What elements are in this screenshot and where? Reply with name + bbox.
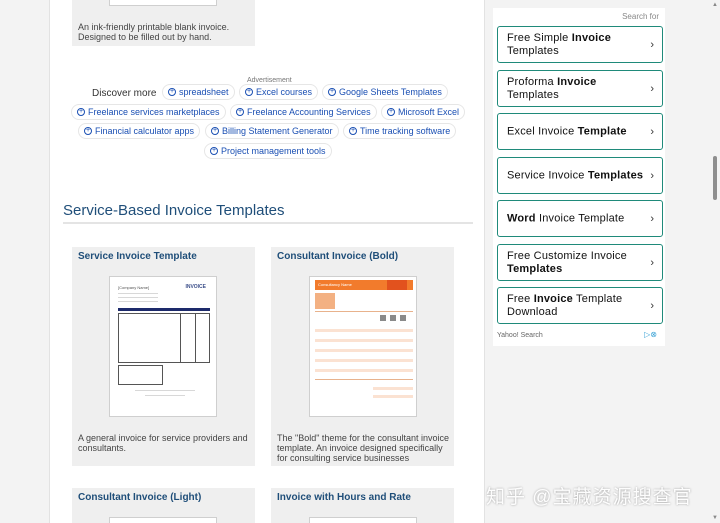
main-content: An ink-friendly printable blank invoice.… <box>49 0 485 523</box>
chip-project-management[interactable]: + Project management tools <box>204 143 332 159</box>
thumb-company: Consultancy Name <box>318 282 352 287</box>
chevron-right-icon: › <box>650 125 654 138</box>
card-title[interactable]: Consultant Invoice (Light) <box>78 492 201 503</box>
thumb-invoice-word: INVOICE <box>185 284 206 290</box>
template-card-consultant-light[interactable]: Consultant Invoice (Light) <box>72 488 255 523</box>
yahoo-search-label: Yahoo! Search <box>497 332 543 339</box>
ad-label: Advertisement <box>247 77 292 84</box>
discover-more-label: Discover more <box>92 88 157 99</box>
related-search-panel: Search for Free Simple Invoice Templates… <box>493 8 665 346</box>
plus-circle-icon: + <box>236 108 244 116</box>
card-description: A general invoice for service providers … <box>78 433 248 453</box>
card-description: An ink-friendly printable blank invoice.… <box>78 22 230 42</box>
section-title: Service-Based Invoice Templates <box>63 202 285 219</box>
ad-choices-icon[interactable]: ▷⊗ <box>644 330 657 339</box>
template-thumbnail[interactable]: [Company Name] INVOICE <box>109 276 217 417</box>
chevron-right-icon: › <box>650 169 654 182</box>
plus-circle-icon: + <box>349 127 357 135</box>
template-card-consultant-bold[interactable]: Consultant Invoice (Bold) Consultancy Na… <box>271 247 454 466</box>
template-card-blank[interactable]: An ink-friendly printable blank invoice.… <box>72 0 255 46</box>
template-thumbnail[interactable] <box>309 517 417 523</box>
chevron-right-icon: › <box>650 212 654 225</box>
search-suggestion-7[interactable]: Free Invoice Template Download › <box>497 287 663 324</box>
search-suggestion-2[interactable]: Proforma Invoice Templates › <box>497 70 663 107</box>
search-suggestion-5[interactable]: Word Invoice Template › <box>497 200 663 237</box>
search-suggestion-6[interactable]: Free Customize Invoice Templates › <box>497 244 663 281</box>
search-for-label: Search for <box>622 12 659 21</box>
chip-microsoft-excel[interactable]: + Microsoft Excel <box>381 104 466 120</box>
card-title[interactable]: Service Invoice Template <box>78 251 197 262</box>
chip-spreadsheet[interactable]: + spreadsheet <box>162 84 235 100</box>
template-thumbnail[interactable]: Consultancy Name <box>309 276 417 417</box>
search-suggestion-1[interactable]: Free Simple Invoice Templates › <box>497 26 663 63</box>
plus-circle-icon: + <box>84 127 92 135</box>
plus-circle-icon: + <box>328 88 336 96</box>
card-title[interactable]: Consultant Invoice (Bold) <box>277 251 398 262</box>
watermark: 知乎 @宝藏资源搜查官 <box>486 487 693 508</box>
search-suggestion-3[interactable]: Excel Invoice Template › <box>497 113 663 150</box>
chevron-right-icon: › <box>650 82 654 95</box>
template-thumbnail[interactable] <box>109 517 217 523</box>
chip-time-tracking[interactable]: + Time tracking software <box>343 123 457 139</box>
template-card-service-invoice[interactable]: Service Invoice Template [Company Name] … <box>72 247 255 466</box>
template-thumbnail[interactable] <box>109 0 217 6</box>
chip-financial-calculator[interactable]: + Financial calculator apps <box>78 123 201 139</box>
chip-excel-courses[interactable]: + Excel courses <box>239 84 319 100</box>
scroll-down-arrow-icon[interactable]: ▼ <box>712 515 718 521</box>
chevron-right-icon: › <box>650 256 654 269</box>
chevron-right-icon: › <box>650 299 654 312</box>
template-card-hours-rate[interactable]: Invoice with Hours and Rate <box>271 488 454 523</box>
chip-billing-statement[interactable]: + Billing Statement Generator <box>205 123 339 139</box>
chevron-right-icon: › <box>650 38 654 51</box>
chip-freelance-accounting[interactable]: + Freelance Accounting Services <box>230 104 377 120</box>
scrollbar-thumb[interactable] <box>713 156 717 200</box>
plus-circle-icon: + <box>211 127 219 135</box>
section-divider <box>63 222 473 224</box>
thumb-company: [Company Name] <box>118 285 150 290</box>
search-suggestion-4[interactable]: Service Invoice Templates › <box>497 157 663 194</box>
plus-circle-icon: + <box>387 108 395 116</box>
scroll-up-arrow-icon[interactable]: ▲ <box>712 2 718 8</box>
plus-circle-icon: + <box>245 88 253 96</box>
plus-circle-icon: + <box>168 88 176 96</box>
chip-google-sheets-templates[interactable]: + Google Sheets Templates <box>322 84 448 100</box>
plus-circle-icon: + <box>77 108 85 116</box>
plus-circle-icon: + <box>210 147 218 155</box>
card-title[interactable]: Invoice with Hours and Rate <box>277 492 411 503</box>
card-description: The "Bold" theme for the consultant invo… <box>277 433 449 463</box>
chip-freelance-services[interactable]: + Freelance services marketplaces <box>71 104 226 120</box>
page-scrollbar[interactable]: ▲ ▼ <box>710 0 720 523</box>
